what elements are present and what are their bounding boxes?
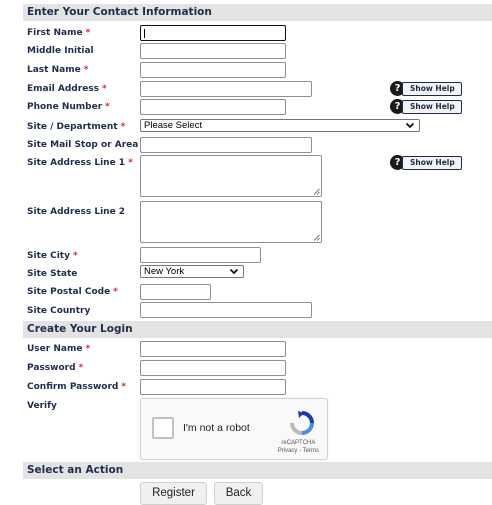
email-help-button[interactable]: ? Show Help [390, 81, 462, 96]
required-marker: * [72, 251, 78, 261]
captcha-checkbox[interactable] [152, 417, 174, 439]
resize-handle-icon[interactable] [313, 188, 320, 195]
user-name-label: User Name * [27, 344, 91, 354]
phone-label: Phone Number * [27, 102, 110, 112]
password-label: Password * [27, 363, 84, 373]
site-postal-code-label: Site Postal Code * [27, 287, 118, 297]
required-marker: * [102, 84, 107, 94]
captcha-label: I'm not a robot [183, 422, 250, 434]
section-header-action: Select an Action [23, 462, 492, 479]
last-name-label: Last Name * [27, 65, 89, 75]
required-marker: * [128, 158, 133, 168]
site-state-value: New York [144, 266, 185, 277]
required-marker: * [113, 287, 118, 297]
site-address-1-textarea[interactable] [140, 155, 322, 197]
site-mail-stop-input[interactable] [140, 137, 312, 153]
site-address-help-button[interactable]: ? Show Help [390, 155, 462, 170]
phone-input[interactable] [140, 99, 286, 115]
confirm-password-label: Confirm Password * [27, 382, 127, 392]
middle-initial-label: Middle Initial [27, 46, 94, 56]
site-department-select[interactable]: Please Select [140, 119, 420, 132]
first-name-input[interactable] [140, 25, 286, 41]
recaptcha-logo-icon [290, 411, 314, 435]
back-button[interactable]: Back [214, 482, 263, 505]
site-mail-stop-label: Site Mail Stop or Area [27, 140, 139, 150]
required-marker: * [85, 344, 91, 354]
middle-initial-input[interactable] [140, 43, 286, 59]
show-help-label: Show Help [402, 99, 462, 114]
required-marker: * [78, 363, 84, 373]
site-department-label: Site / Department * [27, 122, 126, 132]
site-address-2-textarea[interactable] [140, 201, 322, 243]
required-marker: * [83, 65, 89, 75]
recaptcha-links[interactable]: Privacy - Terms [278, 447, 319, 455]
password-input[interactable] [140, 360, 286, 376]
recaptcha-widget: I'm not a robot reCAPTCHA Privacy - Term… [140, 398, 328, 460]
recaptcha-brand-name: reCAPTCHA [281, 440, 316, 446]
required-marker: * [120, 122, 126, 132]
site-country-label: Site Country [27, 306, 91, 316]
phone-help-button[interactable]: ? Show Help [390, 99, 462, 114]
site-department-value: Please Select [144, 120, 203, 131]
site-city-input[interactable] [140, 247, 261, 263]
required-marker: * [105, 102, 110, 112]
site-city-label: Site City * [27, 251, 78, 261]
email-input[interactable] [140, 81, 312, 97]
section-header-contact: Enter Your Contact Information [23, 4, 492, 21]
site-address-1-label: Site Address Line 1 * [27, 158, 133, 168]
site-address-2-label: Site Address Line 2 [27, 207, 126, 217]
site-state-label: Site State [27, 269, 78, 279]
confirm-password-input[interactable] [140, 379, 286, 395]
email-label: Email Address * [27, 84, 107, 94]
section-header-login: Create Your Login [23, 321, 492, 338]
user-name-input[interactable] [140, 341, 286, 357]
required-marker: * [85, 28, 91, 38]
first-name-label: First Name * [27, 28, 91, 38]
site-postal-code-input[interactable] [140, 284, 211, 300]
site-state-select[interactable]: New York [140, 265, 244, 278]
show-help-label: Show Help [402, 155, 462, 170]
show-help-label: Show Help [402, 81, 462, 96]
resize-handle-icon[interactable] [313, 234, 320, 241]
chevron-down-icon [229, 268, 239, 275]
last-name-input[interactable] [140, 62, 286, 78]
register-button[interactable]: Register [140, 482, 207, 505]
site-country-input[interactable] [140, 302, 312, 318]
required-marker: * [121, 382, 127, 392]
chevron-down-icon [405, 122, 415, 129]
verify-label: Verify [27, 401, 57, 411]
recaptcha-brand: reCAPTCHA Privacy - Terms [278, 439, 319, 455]
